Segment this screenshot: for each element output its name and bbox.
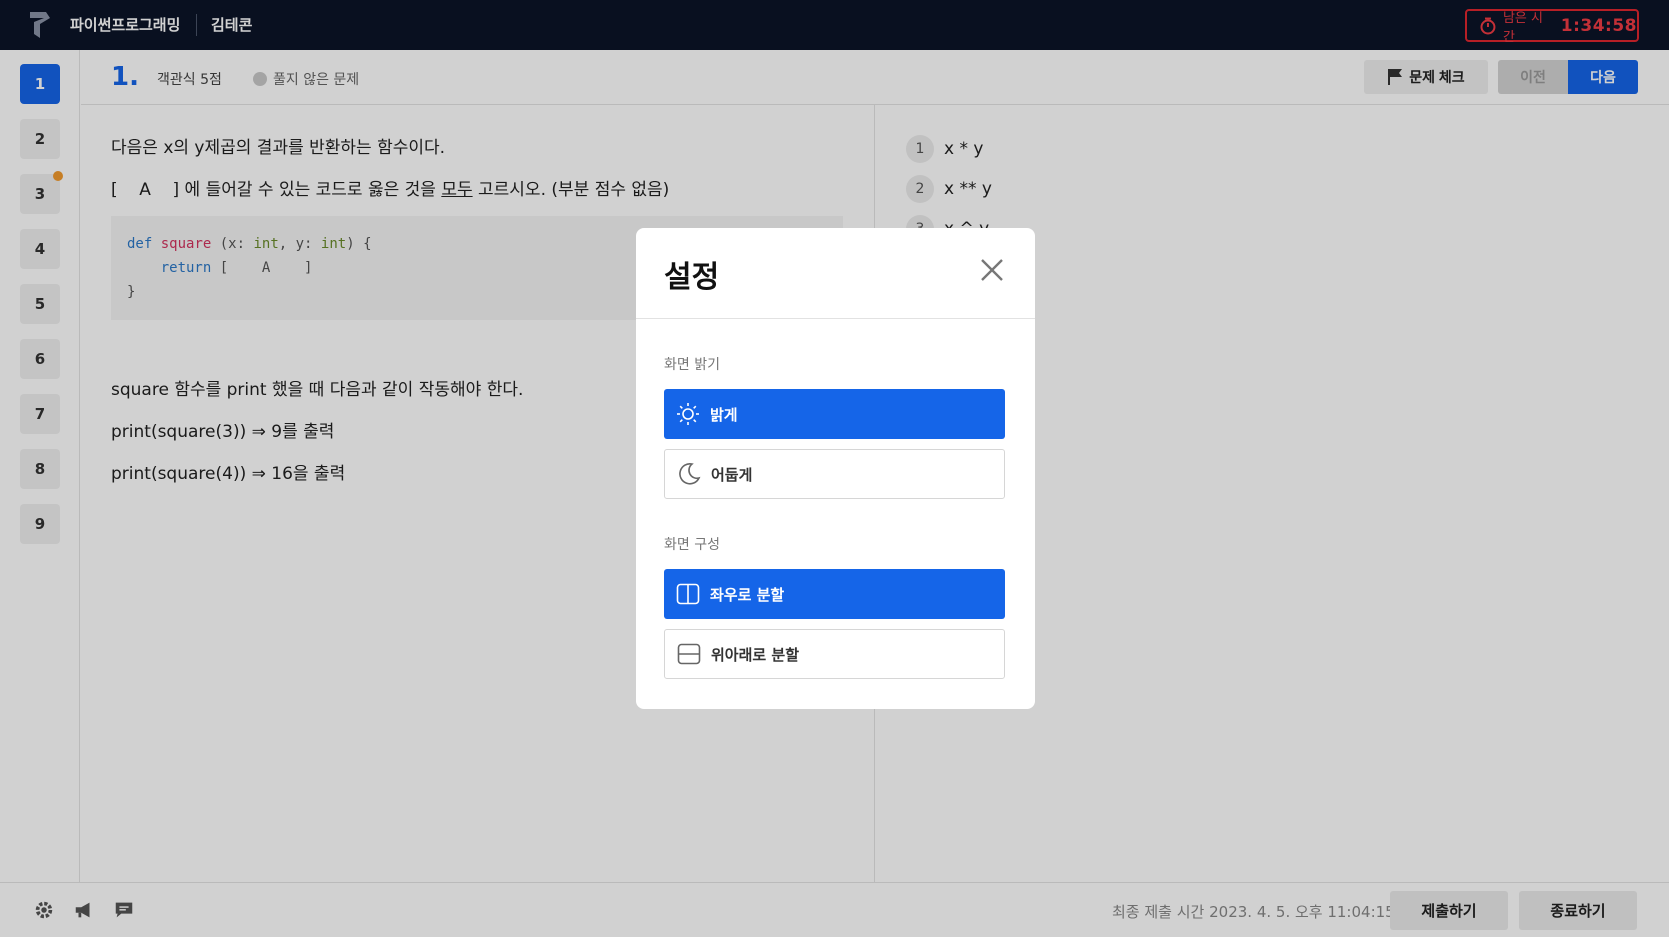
split-top-bottom-option[interactable]: 위아래로 분할 [664,629,1005,679]
modal-divider [636,318,1035,319]
split-top-bottom-label: 위아래로 분할 [711,645,800,664]
split-left-right-option[interactable]: 좌우로 분할 [664,569,1005,619]
close-icon[interactable] [976,254,1008,286]
bright-mode-label: 밝게 [710,405,738,424]
split-left-right-label: 좌우로 분할 [710,585,785,604]
split-horizontal-icon [677,643,701,665]
brightness-section-label: 화면 밝기 [664,357,720,373]
dark-mode-option[interactable]: 어둡게 [664,449,1005,499]
settings-modal: 설정 화면 밝기 밝게 어둡게 화면 구성 좌우로 분할 위아래로 분할 [636,228,1035,709]
modal-title: 설정 [664,260,720,295]
dark-mode-label: 어둡게 [711,465,753,484]
sun-icon [677,403,699,425]
layout-section-label: 화면 구성 [664,537,720,553]
bright-mode-option[interactable]: 밝게 [664,389,1005,439]
moon-icon [679,462,701,485]
split-vertical-icon [676,583,700,605]
